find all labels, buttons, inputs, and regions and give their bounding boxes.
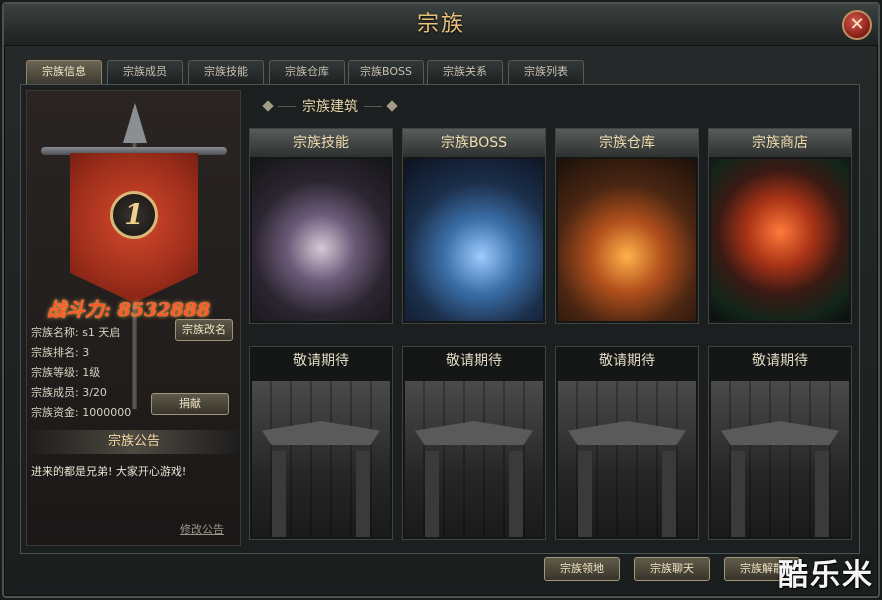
building-card-locked: 敬请期待 <box>249 346 393 540</box>
building-image <box>252 159 390 321</box>
notice-title: 宗族公告 <box>29 430 239 454</box>
gate-pillar <box>815 451 829 537</box>
divider <box>364 106 382 107</box>
clan-rank-emblem: 1 <box>110 191 158 239</box>
building-image <box>558 159 696 321</box>
watermark: 酷乐米 <box>778 550 874 594</box>
tab-clan-members[interactable]: 宗族成员 <box>107 60 183 84</box>
locked-building-image <box>711 381 849 537</box>
building-label: 敬请期待 <box>556 347 698 375</box>
tab-clan-boss[interactable]: 宗族BOSS <box>348 60 424 84</box>
donate-button[interactable]: 捐献 <box>151 393 229 415</box>
gate-roof <box>415 421 533 445</box>
gate-pillar <box>272 451 286 537</box>
tab-clan-skills[interactable]: 宗族技能 <box>188 60 264 84</box>
gate-pillar <box>662 451 676 537</box>
building-label: 宗族仓库 <box>556 129 698 157</box>
buildings-header: 宗族建筑 <box>258 96 402 116</box>
gate-pillar <box>356 451 370 537</box>
locked-building-image <box>558 381 696 537</box>
clan-name: 宗族名称: s1 天启 <box>31 323 181 343</box>
building-label: 宗族BOSS <box>403 129 545 157</box>
divider <box>278 106 296 107</box>
building-card-warehouse[interactable]: 宗族仓库 <box>555 128 699 324</box>
clan-territory-button[interactable]: 宗族领地 <box>544 557 620 581</box>
building-image <box>405 159 543 321</box>
combat-power: 战斗力: 8532888 <box>47 295 237 322</box>
gate-roof <box>721 421 839 445</box>
building-card-skills[interactable]: 宗族技能 <box>249 128 393 324</box>
close-button[interactable]: ✕ <box>842 10 872 40</box>
edit-notice-link[interactable]: 修改公告 <box>180 521 224 537</box>
diamond-ornament-icon <box>386 100 397 111</box>
locked-building-image <box>252 381 390 537</box>
buildings-title: 宗族建筑 <box>302 96 358 116</box>
gate-roof <box>262 421 380 445</box>
locked-building-image <box>405 381 543 537</box>
clan-level: 宗族等级: 1级 <box>31 363 181 383</box>
title-bar: 宗族 ✕ <box>4 4 878 46</box>
building-label: 敬请期待 <box>709 347 851 375</box>
notice-text: 进来的都是兄弟! 大家开心游戏! <box>31 463 236 479</box>
clan-info-panel: 1 战斗力: 8532888 宗族名称: s1 天启 宗族排名: 3 宗族等级:… <box>26 90 241 546</box>
diamond-ornament-icon <box>262 100 273 111</box>
window-title: 宗族 <box>417 12 465 37</box>
building-card-locked: 敬请期待 <box>555 346 699 540</box>
building-label: 宗族商店 <box>709 129 851 157</box>
tab-clan-relations[interactable]: 宗族关系 <box>427 60 503 84</box>
tab-clan-info[interactable]: 宗族信息 <box>26 60 102 84</box>
building-card-shop[interactable]: 宗族商店 <box>708 128 852 324</box>
gate-pillar <box>509 451 523 537</box>
building-label: 敬请期待 <box>250 347 392 375</box>
gate-pillar <box>425 451 439 537</box>
building-image <box>711 159 849 321</box>
building-card-locked: 敬请期待 <box>402 346 546 540</box>
rename-button[interactable]: 宗族改名 <box>175 319 233 341</box>
clan-rank: 宗族排名: 3 <box>31 343 181 363</box>
building-label: 宗族技能 <box>250 129 392 157</box>
tab-clan-list[interactable]: 宗族列表 <box>508 60 584 84</box>
building-card-boss[interactable]: 宗族BOSS <box>402 128 546 324</box>
banner-spike <box>123 103 147 143</box>
building-label: 敬请期待 <box>403 347 545 375</box>
building-card-locked: 敬请期待 <box>708 346 852 540</box>
gate-roof <box>568 421 686 445</box>
tab-clan-warehouse[interactable]: 宗族仓库 <box>269 60 345 84</box>
gate-pillar <box>731 451 745 537</box>
clan-banner: 1 <box>27 91 240 316</box>
clan-chat-button[interactable]: 宗族聊天 <box>634 557 710 581</box>
gate-pillar <box>578 451 592 537</box>
